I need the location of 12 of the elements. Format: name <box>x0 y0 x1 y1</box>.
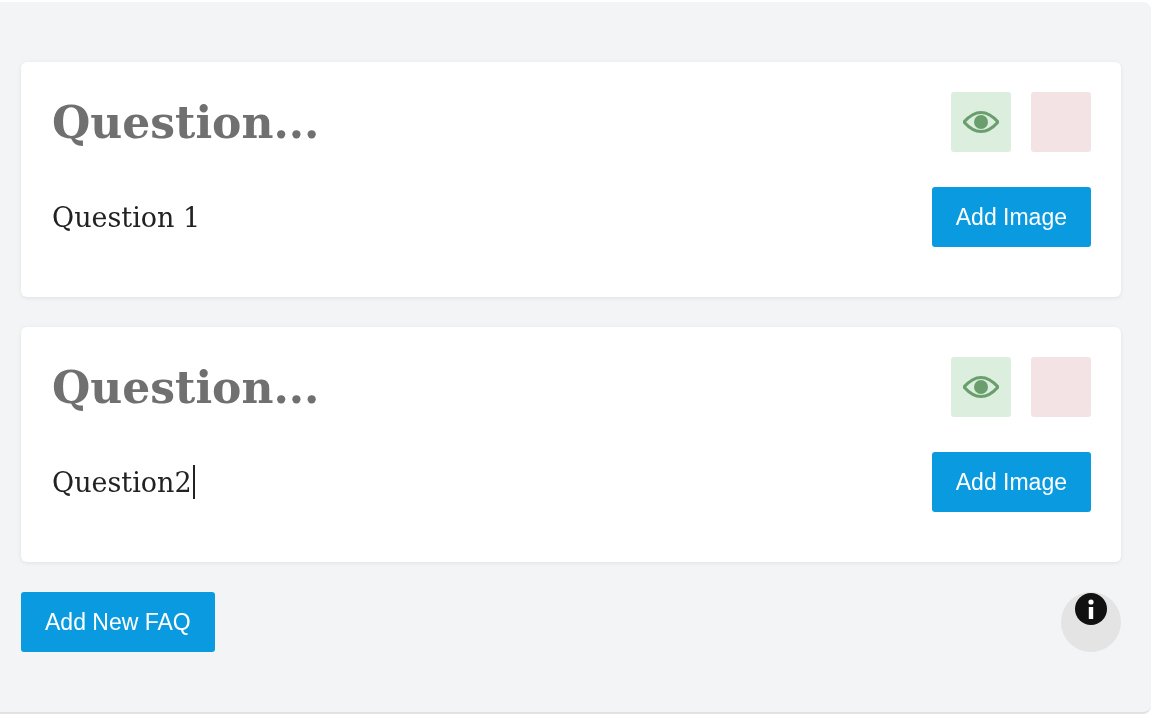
preview-button[interactable] <box>951 92 1011 152</box>
answer-field[interactable]: Question 1 <box>52 201 201 233</box>
add-image-button[interactable]: Add Image <box>931 452 1091 512</box>
preview-button[interactable] <box>951 357 1011 417</box>
question-title-field[interactable]: Question... <box>52 357 652 417</box>
add-image-button[interactable]: Add Image <box>931 187 1091 247</box>
eye-icon <box>963 376 999 398</box>
info-icon <box>1074 592 1108 626</box>
question-title-field[interactable]: Question... <box>52 92 652 152</box>
eye-icon <box>963 111 999 133</box>
add-faq-button[interactable]: Add New FAQ <box>21 592 215 652</box>
answer-field[interactable]: Question2 <box>52 465 195 499</box>
